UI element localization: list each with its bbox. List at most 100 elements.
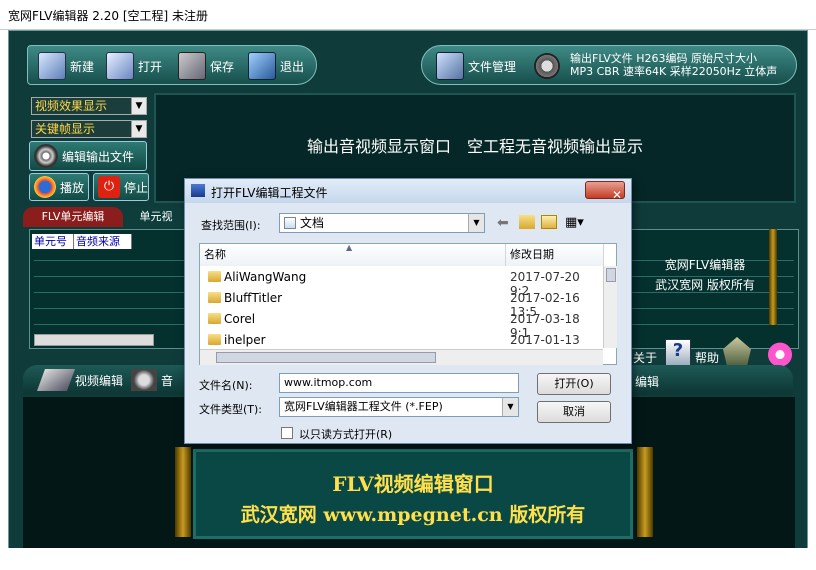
- chevron-down-icon: ▼: [131, 98, 146, 114]
- tab-audio-label: 音: [161, 373, 174, 388]
- new-folder-icon[interactable]: [541, 215, 557, 229]
- filetype-value: 宽网FLV编辑器工程文件 (*.FEP): [284, 400, 443, 413]
- output-toolbar: 文件管理 输出FLV文件 H263编码 原始尺寸大小 MP3 CBR 速率64K…: [421, 45, 797, 85]
- filetype-select[interactable]: 宽网FLV编辑器工程文件 (*.FEP) ▼: [279, 397, 519, 417]
- gold-pillar-right: [637, 447, 653, 537]
- list-item[interactable]: AliWangWang 2017-07-20 9:2: [200, 267, 602, 298]
- file-list[interactable]: 名称 ▲ 修改日期 AliWangWang 2017-07-20 9:2 Bluff…: [199, 243, 617, 365]
- app-window: 宽网FLV编辑器 2.20 [空工程] 未注册 新建 打开 保存 退出 文件管理…: [0, 0, 816, 570]
- save-label: 保存: [210, 59, 235, 74]
- grid-header-unit[interactable]: 单元号: [32, 234, 74, 249]
- output-info-line1: 输出FLV文件 H263编码 原始尺寸大小: [570, 52, 758, 65]
- look-in-select[interactable]: 文档 ▼: [279, 213, 485, 233]
- output-info-line2: MP3 CBR 速率64K 采样22050Hz 立体声: [570, 65, 778, 78]
- stop-label: 停止: [124, 180, 149, 195]
- about-line1: 宽网FLV编辑器: [664, 258, 746, 272]
- filename-input[interactable]: www.itmop.com: [279, 373, 519, 393]
- help-button[interactable]: 帮助: [695, 349, 719, 366]
- view-menu-icon[interactable]: ▦▾: [565, 215, 584, 230]
- edit-output-label: 编辑输出文件: [62, 149, 135, 164]
- chevron-down-icon: ▼: [502, 398, 518, 416]
- open-folder-icon: [106, 52, 134, 80]
- title-bar: 宽网FLV编辑器 2.20 [空工程] 未注册: [0, 0, 816, 30]
- tab-audio[interactable]: 音: [131, 369, 173, 391]
- folder-icon: [208, 271, 221, 282]
- readonly-label: 以只读方式打开(R): [299, 428, 393, 441]
- file-name: ihelper: [224, 333, 266, 347]
- editor-copyright: 武汉宽网 www.mpegnet.cn 版权所有: [240, 504, 586, 526]
- documents-icon: [284, 217, 296, 229]
- file-date: 2017-01-13 10:: [510, 333, 580, 348]
- list-item[interactable]: Corel 2017-03-18 9:1: [200, 309, 602, 340]
- folder-icon: [208, 334, 221, 345]
- file-name: BluffTitler: [224, 291, 283, 305]
- scroll-thumb[interactable]: [606, 268, 616, 282]
- tab-unit-video[interactable]: 单元视: [125, 207, 187, 227]
- film-strip-icon: [36, 369, 76, 391]
- close-button[interactable]: ✕: [585, 181, 625, 202]
- new-button[interactable]: 新建: [38, 46, 94, 86]
- look-in-label: 查找范围(I):: [201, 219, 261, 232]
- video-effect-value: 视频效果显示: [35, 99, 108, 113]
- display-message: 输出音视频显示窗口 空工程无音视频输出显示: [306, 137, 643, 156]
- tab-flv-unit-edit-label: FLV单元编辑: [41, 210, 105, 223]
- file-manage-button[interactable]: 文件管理: [436, 46, 516, 86]
- column-name-label: 名称: [204, 248, 226, 261]
- keyframe-value: 关键帧显示: [35, 122, 96, 136]
- back-arrow-icon[interactable]: ⬅: [497, 215, 509, 231]
- save-button[interactable]: 保存: [178, 46, 234, 86]
- filename-value: www.itmop.com: [284, 376, 373, 389]
- film-reel-icon: [34, 144, 58, 168]
- about-line2: 武汉宽网 版权所有: [655, 278, 755, 292]
- column-date-label: 修改日期: [510, 248, 554, 261]
- list-item[interactable]: ihelper 2017-01-13 10:: [200, 330, 602, 348]
- horizontal-scrollbar[interactable]: [34, 334, 154, 346]
- help-icon[interactable]: ?: [665, 339, 691, 367]
- close-icon: ✕: [612, 188, 623, 202]
- video-effect-select[interactable]: 视频效果显示 ▼: [31, 97, 147, 115]
- tab-flv-unit-edit[interactable]: FLV单元编辑: [23, 207, 123, 227]
- sort-up-icon: ▲: [346, 243, 353, 252]
- about-panel: 宽网FLV编辑器 武汉宽网 版权所有: [631, 255, 779, 303]
- exit-button[interactable]: 退出: [248, 46, 304, 86]
- edit-output-button[interactable]: 编辑输出文件: [29, 141, 147, 171]
- tab-video-edit-label: 视频编辑: [75, 373, 124, 388]
- chevron-down-icon: ▼: [131, 121, 146, 137]
- chevron-down-icon: ▼: [468, 214, 484, 232]
- open-button[interactable]: 打开: [106, 46, 162, 86]
- keyframe-select[interactable]: 关键帧显示 ▼: [31, 120, 147, 138]
- column-date[interactable]: 修改日期: [506, 244, 604, 266]
- open-label: 打开: [138, 59, 163, 74]
- help-label: 帮助: [695, 351, 720, 365]
- play-icon: [34, 176, 56, 198]
- open-project-dialog: 打开FLV编辑工程文件 ✕ 查找范围(I): 文档 ▼ ⬅ ▦▾ 名称 ▲ 修改日…: [184, 178, 632, 444]
- settings-gear-icon[interactable]: [534, 53, 560, 79]
- scroll-thumb[interactable]: [216, 352, 436, 363]
- about-button[interactable]: 关于: [633, 349, 657, 366]
- window-title: 宽网FLV编辑器 2.20 [空工程] 未注册: [8, 9, 209, 23]
- file-manage-label: 文件管理: [468, 59, 517, 74]
- tab-video-edit[interactable]: 视频编辑: [36, 369, 124, 391]
- output-settings-info[interactable]: 输出FLV文件 H263编码 原始尺寸大小 MP3 CBR 速率64K 采样22…: [570, 52, 777, 78]
- tab-right-edit-label: 编辑: [635, 375, 660, 389]
- editor-title: FLV视频编辑窗口: [332, 472, 494, 496]
- up-folder-icon[interactable]: [519, 215, 535, 229]
- gold-pillar-left: [175, 447, 191, 537]
- new-icon: [38, 52, 66, 80]
- open-button[interactable]: 打开(O): [537, 373, 611, 395]
- tab-unit-video-label: 单元视: [139, 210, 173, 223]
- grid-header-audio-source[interactable]: 音频来源: [74, 234, 132, 249]
- speaker-icon: [131, 369, 157, 391]
- horizontal-scrollbar[interactable]: [200, 349, 603, 365]
- stop-button[interactable]: ⏻ 停止: [93, 173, 149, 201]
- vertical-scrollbar[interactable]: [603, 266, 617, 348]
- power-icon: ⏻: [98, 176, 120, 198]
- save-icon: [178, 52, 206, 80]
- column-name[interactable]: 名称 ▲: [200, 243, 506, 266]
- cancel-button[interactable]: 取消: [537, 401, 611, 423]
- play-button[interactable]: 播放: [29, 173, 89, 201]
- tab-right-edit[interactable]: 编辑: [635, 373, 659, 390]
- readonly-checkbox[interactable]: [281, 427, 293, 439]
- list-item[interactable]: BluffTitler 2017-02-16 13:5: [200, 288, 602, 319]
- file-manage-icon: [436, 52, 464, 80]
